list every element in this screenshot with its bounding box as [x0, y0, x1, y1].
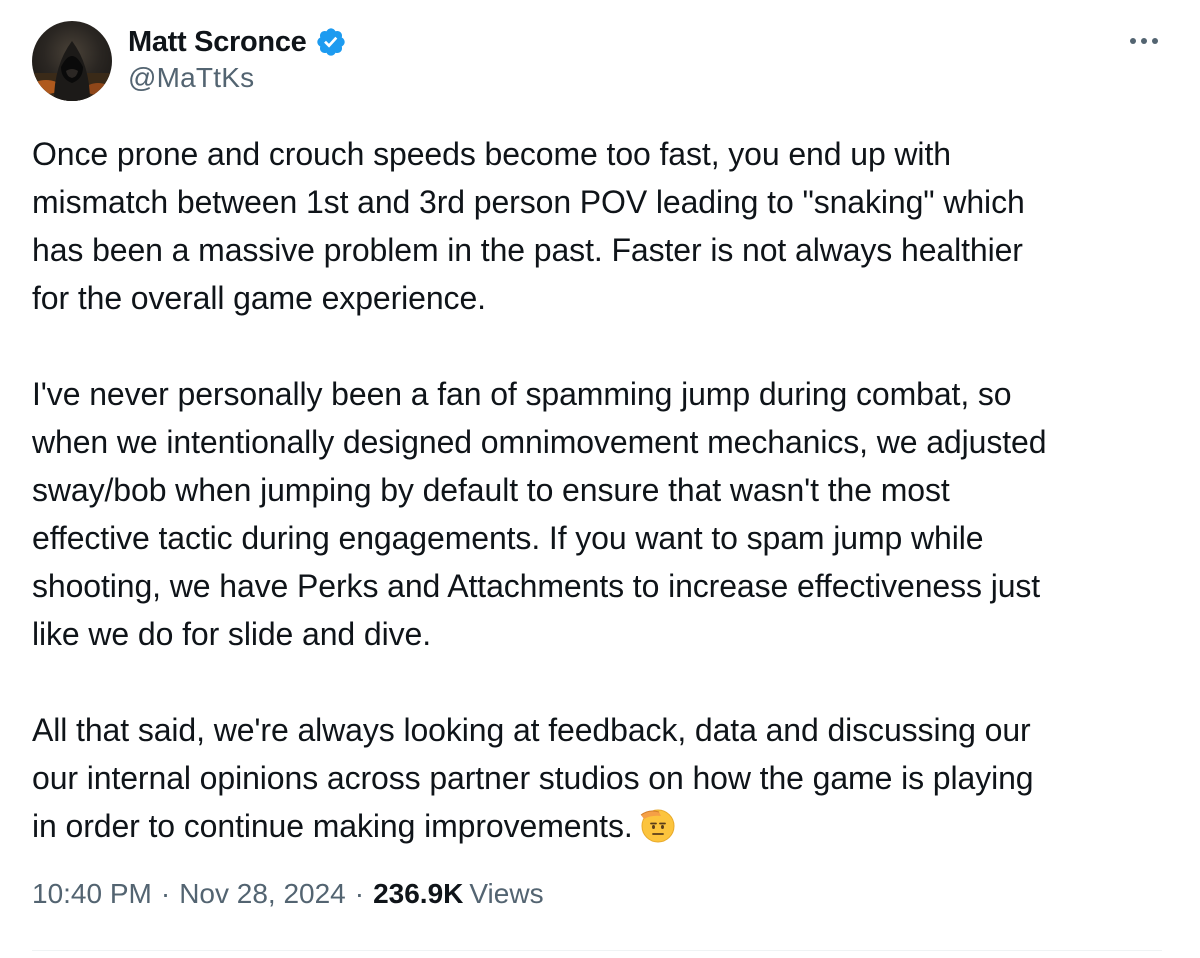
views-count: 236.9K [373, 878, 464, 909]
tweet-text: Once prone and crouch speeds become too … [32, 130, 1172, 850]
tweet-paragraph-3-wrapper: All that said, we're always looking at f… [32, 706, 1172, 850]
more-options-button[interactable] [1122, 26, 1166, 56]
more-horizontal-icon [1130, 38, 1158, 44]
tweet-time: 10:40 PM [32, 878, 152, 909]
tweet-time-link[interactable]: 10:40 PM [32, 878, 152, 910]
views-label: Views [469, 878, 544, 909]
meta-separator: · [354, 878, 365, 909]
tweet-paragraph-3: All that said, we're always looking at f… [32, 712, 1034, 844]
tweet-date-link[interactable]: Nov 28, 2024 [179, 878, 346, 910]
author-handle[interactable]: @MaTtKs [128, 62, 254, 94]
verified-badge-icon [315, 26, 347, 58]
tweet-metadata: 10:40 PM · Nov 28, 2024 · 236.9K Views [32, 878, 544, 910]
divider [32, 950, 1162, 951]
avatar-image [32, 41, 112, 101]
tweet-paragraph-1: Once prone and crouch speeds become too … [32, 136, 1025, 316]
tweet-date: Nov 28, 2024 [179, 878, 346, 909]
tweet: Matt Scronce @MaTtKs Once prone and crou… [0, 0, 1200, 958]
meta-separator: · [160, 878, 171, 909]
saluting-face-emoji-icon [639, 806, 677, 844]
tweet-paragraph-2: I've never personally been a fan of spam… [32, 376, 1047, 652]
avatar[interactable] [32, 21, 112, 101]
author-name[interactable]: Matt Scronce [128, 26, 307, 59]
author-row: Matt Scronce [128, 22, 347, 62]
